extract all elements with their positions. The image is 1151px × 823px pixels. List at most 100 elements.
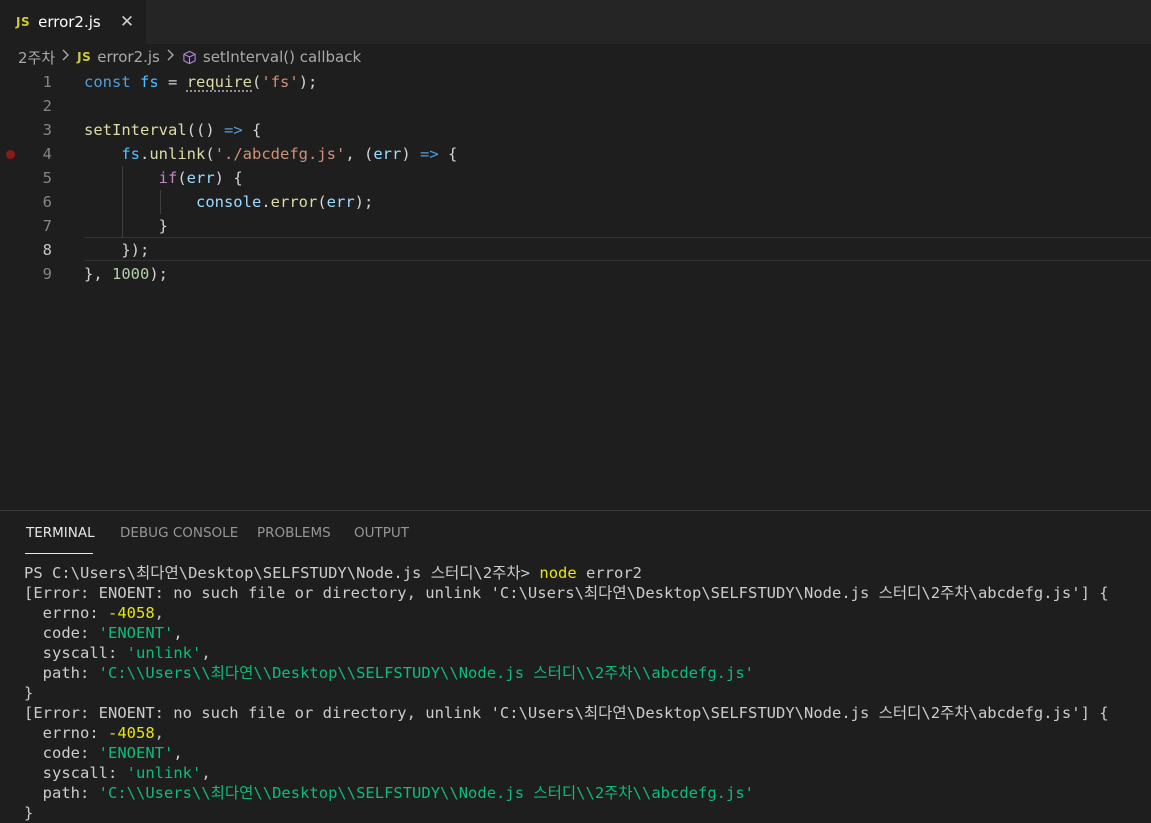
terminal-token: error2	[576, 564, 643, 582]
terminal-line: code: 'ENOENT',	[24, 743, 1151, 763]
terminal-line: path: 'C:\\Users\\최다연\\Desktop\\SELFSTUD…	[24, 663, 1151, 683]
tab-terminal[interactable]: TERMINAL	[26, 525, 95, 541]
terminal-token: 'ENOENT'	[98, 744, 174, 762]
terminal-token: 'unlink'	[126, 764, 202, 782]
terminal-token: code:	[24, 624, 99, 642]
terminal-line: syscall: 'unlink',	[24, 643, 1151, 663]
code-text: console.error(err);	[84, 190, 373, 214]
terminal-output[interactable]: PS C:\Users\최다연\Desktop\SELFSTUDY\Node.j…	[24, 563, 1151, 823]
code-token: const	[84, 73, 131, 91]
terminal-token: [Error: ENOENT: no such file or director…	[24, 704, 1109, 722]
tab-error2-js[interactable]: JS error2.js ✕	[0, 0, 146, 44]
code-token: err	[373, 145, 402, 163]
code-line: 2	[0, 94, 1151, 118]
code-token: error	[270, 193, 318, 211]
code-token: {	[438, 145, 458, 163]
code-token: './abcdefg.js'	[214, 145, 346, 163]
code-token: )	[401, 145, 421, 163]
chevron-right-icon	[167, 49, 175, 65]
breadcrumb-file[interactable]: error2.js	[97, 48, 160, 66]
terminal-token: }	[24, 804, 34, 822]
terminal-token: node	[539, 564, 577, 582]
line-number: 9	[42, 265, 52, 283]
code-token: err	[186, 169, 215, 187]
terminal-token: -4058	[108, 604, 155, 622]
code-token: (	[177, 169, 187, 187]
panel-tabs: TERMINAL DEBUG CONSOLE PROBLEMS OUTPUT	[0, 511, 1151, 555]
code-token: err	[326, 193, 355, 211]
editor-tab-bar: JS error2.js ✕	[0, 0, 1151, 44]
code-line: 4 fs.unlink('./abcdefg.js', (err) => {	[0, 142, 1151, 166]
code-token: ) {	[214, 169, 243, 187]
bottom-panel: TERMINAL DEBUG CONSOLE PROBLEMS OUTPUT P…	[0, 510, 1151, 823]
terminal-token: -4058	[108, 724, 155, 742]
terminal-line: code: 'ENOENT',	[24, 623, 1151, 643]
terminal-token: ,	[201, 764, 211, 782]
code-line: 1 const fs = require('fs');	[0, 70, 1151, 94]
breakpoint-dot-icon[interactable]	[6, 150, 15, 159]
terminal-token: path:	[24, 784, 99, 802]
code-text: }, 1000);	[84, 262, 168, 286]
terminal-line: syscall: 'unlink',	[24, 763, 1151, 783]
terminal-line: PS C:\Users\최다연\Desktop\SELFSTUDY\Node.j…	[24, 563, 1151, 583]
terminal-token: ,	[201, 644, 211, 662]
line-number: 3	[42, 121, 52, 139]
code-text: setInterval(() => {	[84, 118, 261, 142]
code-token: console	[195, 193, 262, 211]
tab-debug-console[interactable]: DEBUG CONSOLE	[120, 525, 238, 541]
terminal-line: [Error: ENOENT: no such file or director…	[24, 583, 1151, 603]
code-token: });	[84, 241, 150, 259]
terminal-token: [Error: ENOENT: no such file or director…	[24, 584, 1109, 602]
code-token: unlink	[149, 145, 206, 163]
terminal-token: 'ENOENT'	[98, 624, 174, 642]
code-token: setInterval	[84, 121, 187, 139]
code-text: const fs = require('fs');	[84, 70, 317, 94]
terminal-token: PS C:\Users\최다연\Desktop\SELFSTUDY\Node.j…	[24, 564, 540, 582]
code-token: =>	[223, 121, 243, 139]
code-line: 7 }	[0, 214, 1151, 238]
code-token: =>	[420, 145, 439, 163]
terminal-token: 'C:\\Users\\최다연\\Desktop\\SELFSTUDY\\Nod…	[98, 664, 754, 682]
code-token: fs	[121, 145, 140, 163]
breadcrumb-folder[interactable]: 2주차	[18, 47, 55, 68]
breadcrumb: 2주차 JS error2.js setInterval() callback	[0, 44, 1151, 70]
code-editor[interactable]: 1 const fs = require('fs'); 2 3 setInterval(…	[0, 70, 1151, 510]
terminal-line: errno: -4058,	[24, 603, 1151, 623]
code-token: );	[354, 193, 374, 211]
code-token: },	[84, 265, 112, 283]
code-text: }	[84, 214, 168, 238]
code-token: 'fs'	[261, 73, 299, 91]
code-line: 5 if(err) {	[0, 166, 1151, 190]
line-number: 2	[42, 97, 52, 115]
javascript-file-icon: JS	[77, 50, 92, 64]
code-token: (()	[186, 121, 224, 139]
terminal-token: errno:	[24, 724, 108, 742]
tab-output[interactable]: OUTPUT	[354, 525, 409, 541]
tab-label: error2.js	[38, 13, 101, 31]
active-tab-indicator	[25, 553, 93, 554]
code-line: 9 }, 1000);	[0, 262, 1151, 286]
terminal-token: syscall:	[24, 764, 127, 782]
breadcrumb-symbol[interactable]: setInterval() callback	[203, 48, 361, 66]
tab-problems[interactable]: PROBLEMS	[257, 525, 331, 541]
terminal-token: ,	[154, 604, 165, 622]
code-text: if(err) {	[84, 166, 243, 190]
code-token: (	[252, 73, 262, 91]
terminal-token: }	[24, 684, 34, 702]
code-token: , (	[345, 145, 374, 163]
line-number: 6	[42, 193, 52, 211]
code-token: require	[186, 73, 253, 91]
code-line: 6 console.error(err);	[0, 190, 1151, 214]
close-icon[interactable]: ✕	[116, 11, 138, 33]
code-token: .	[261, 193, 271, 211]
code-token: );	[149, 265, 168, 283]
terminal-line: }	[24, 683, 1151, 703]
code-token: =	[158, 73, 187, 91]
code-token: if	[158, 169, 178, 187]
chevron-right-icon	[62, 49, 70, 65]
terminal-token: ,	[173, 624, 183, 642]
terminal-token: ,	[154, 724, 165, 742]
